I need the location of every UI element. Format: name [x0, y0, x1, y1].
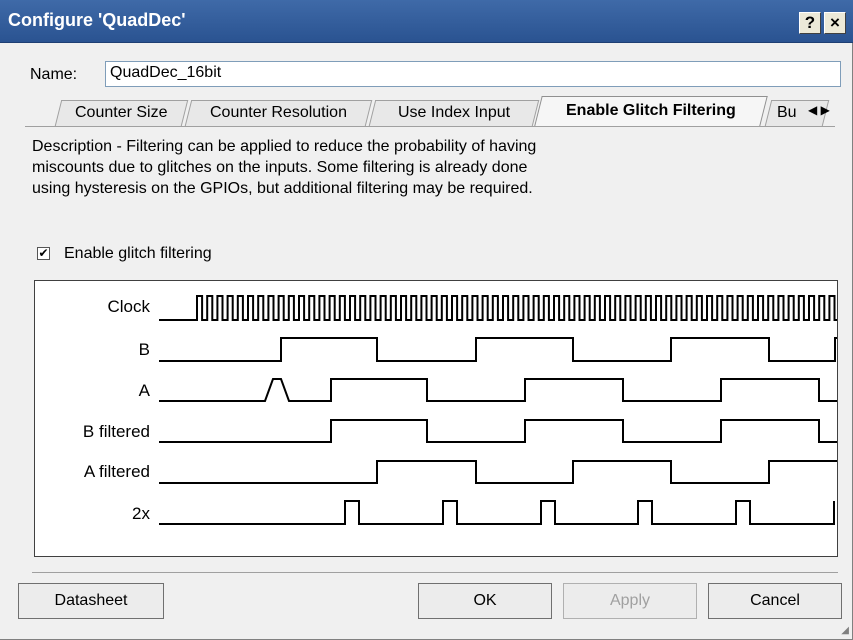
tab-enable-glitch-filtering[interactable]: Enable Glitch Filtering — [534, 96, 768, 126]
glitch-filter-checkbox[interactable]: ✔ — [37, 247, 50, 260]
waveform-b — [159, 337, 837, 362]
description-line-1: Description - Filtering can be applied t… — [32, 138, 537, 155]
tab-scroll: ◀ ▶ — [808, 103, 830, 117]
configure-dialog: Configure 'QuadDec' ? × Name: QuadDec_16… — [0, 0, 853, 640]
ok-button[interactable]: OK — [418, 583, 552, 619]
scroll-left-icon[interactable]: ◀ — [808, 103, 817, 117]
tab-use-index-input[interactable]: Use Index Input — [368, 100, 540, 126]
apply-button[interactable]: Apply — [563, 583, 697, 619]
description-line-3: using hysteresis on the GPIOs, but addit… — [32, 180, 533, 197]
resize-grip-icon[interactable]: ◢ — [841, 625, 849, 636]
name-input[interactable]: QuadDec_16bit — [105, 61, 841, 87]
name-label: Name: — [30, 66, 78, 83]
help-button[interactable]: ? — [799, 12, 821, 34]
title-bar: Configure 'QuadDec' ? × — [0, 0, 853, 43]
waveform-2x — [159, 500, 835, 525]
tab-counter-size[interactable]: Counter Size — [54, 100, 189, 126]
tab-strip: Counter Size Counter Resolution Use Inde… — [0, 96, 853, 128]
glitch-filter-label: Enable glitch filtering — [64, 245, 212, 262]
waveform-a-filtered — [159, 460, 837, 484]
cancel-button[interactable]: Cancel — [708, 583, 842, 619]
waveform-b-filtered — [159, 419, 837, 443]
scroll-right-icon[interactable]: ▶ — [821, 103, 830, 117]
waveforms — [159, 295, 837, 525]
close-button[interactable]: × — [824, 12, 846, 34]
datasheet-button[interactable]: Datasheet — [18, 583, 164, 619]
waveform-a — [159, 378, 837, 402]
timing-diagram: Clock B A B filtered A filtered 2x — [34, 280, 838, 557]
button-separator — [32, 572, 838, 573]
waveform-clock — [159, 295, 837, 321]
tab-baseline — [25, 126, 835, 127]
description-text: Description - Filtering can be applied t… — [32, 136, 732, 199]
description-line-2: miscounts due to glitches on the inputs.… — [32, 159, 528, 176]
window-title: Configure 'QuadDec' — [8, 10, 186, 30]
tab-counter-resolution[interactable]: Counter Resolution — [184, 100, 373, 126]
check-icon: ✔ — [38, 246, 49, 260]
